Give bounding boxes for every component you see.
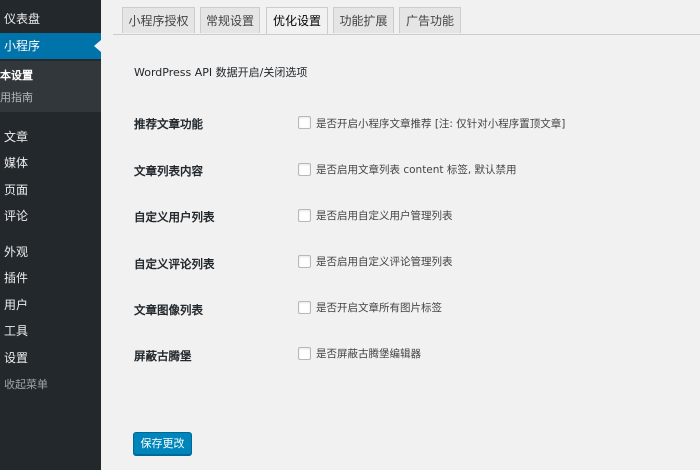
option-label-disable-gutenberg: 屏蔽古腾堡 bbox=[134, 349, 192, 363]
option-desc-disable-gutenberg: 是否屏蔽古腾堡编辑器 bbox=[316, 348, 421, 360]
tab-general-settings[interactable]: 常规设置 bbox=[200, 7, 260, 33]
menu-label: 小程序 bbox=[4, 39, 41, 53]
menu-label: 设置 bbox=[4, 351, 29, 365]
menu-item-dashboard[interactable]: 仪表盘 bbox=[0, 8, 101, 30]
tab-label: 优化设置 bbox=[272, 14, 321, 28]
menu-label: 收起菜单 bbox=[4, 378, 48, 391]
menu-item-miniprogram[interactable]: 小程序 bbox=[0, 33, 101, 59]
submenu-item-settings[interactable]: 本设置 bbox=[0, 65, 101, 87]
option-label-custom-users: 自定义用户列表 bbox=[134, 210, 215, 224]
menu-label: 文章 bbox=[4, 130, 29, 144]
admin-sidebar: 仪表盘 小程序 本设置 用指南 文章 媒体 页面 评论 外观 插件 用户 工具 … bbox=[0, 0, 101, 470]
menu-item-plugins[interactable]: 插件 bbox=[0, 267, 101, 289]
menu-label: 用户 bbox=[4, 298, 29, 312]
checkbox-post-content[interactable] bbox=[298, 163, 311, 176]
menu-item-settings[interactable]: 设置 bbox=[0, 347, 101, 369]
menu-label: 工具 bbox=[4, 324, 29, 338]
tab-label: 广告功能 bbox=[405, 14, 454, 28]
tab-ad-features[interactable]: 广告功能 bbox=[399, 7, 461, 33]
option-label-recommend: 推荐文章功能 bbox=[134, 117, 203, 131]
menu-label: 评论 bbox=[4, 209, 29, 223]
option-desc-recommend: 是否开启小程序文章推荐 [注: 仅针对小程序置顶文章] bbox=[316, 118, 566, 130]
submenu-label: 本设置 bbox=[0, 69, 33, 82]
menu-label: 插件 bbox=[4, 271, 29, 285]
option-label-post-images: 文章图像列表 bbox=[134, 303, 203, 317]
menu-label: 媒体 bbox=[4, 156, 29, 170]
collapse-menu-button[interactable]: 收起菜单 bbox=[0, 374, 101, 396]
menu-item-media[interactable]: 媒体 bbox=[0, 152, 101, 174]
save-button[interactable]: 保存更改 bbox=[133, 432, 192, 455]
submenu-item-guide[interactable]: 用指南 bbox=[0, 87, 101, 109]
section-title: WordPress API 数据开启/关闭选项 bbox=[134, 66, 308, 79]
menu-item-posts[interactable]: 文章 bbox=[0, 126, 101, 148]
submenu-label: 用指南 bbox=[0, 91, 33, 104]
menu-item-comments[interactable]: 评论 bbox=[0, 205, 101, 227]
tab-optimization-settings[interactable]: 优化设置 bbox=[266, 7, 328, 35]
option-desc-custom-users: 是否启用自定义用户管理列表 bbox=[316, 210, 453, 222]
menu-label: 外观 bbox=[4, 245, 29, 259]
menu-item-pages[interactable]: 页面 bbox=[0, 179, 101, 201]
tab-miniprogram-auth[interactable]: 小程序授权 bbox=[122, 7, 195, 33]
checkbox-custom-comments[interactable] bbox=[298, 255, 311, 268]
option-desc-custom-comments: 是否启用自定义评论管理列表 bbox=[316, 256, 453, 268]
option-label-custom-comments: 自定义评论列表 bbox=[134, 257, 215, 271]
option-desc-post-content: 是否启用文章列表 content 标签, 默认禁用 bbox=[316, 164, 517, 176]
option-desc-post-images: 是否开启文章所有图片标签 bbox=[316, 302, 442, 314]
tab-label: 小程序授权 bbox=[128, 14, 189, 28]
checkbox-disable-gutenberg[interactable] bbox=[298, 347, 311, 360]
menu-item-appearance[interactable]: 外观 bbox=[0, 241, 101, 263]
tab-label: 功能扩展 bbox=[339, 14, 388, 28]
checkbox-recommend[interactable] bbox=[298, 116, 311, 129]
checkbox-custom-users[interactable] bbox=[298, 209, 311, 222]
tab-feature-extensions[interactable]: 功能扩展 bbox=[333, 7, 394, 33]
menu-item-tools[interactable]: 工具 bbox=[0, 320, 101, 342]
menu-label: 仪表盘 bbox=[4, 12, 41, 26]
menu-label: 页面 bbox=[4, 183, 29, 197]
tabs-divider bbox=[113, 34, 700, 35]
option-label-post-content: 文章列表内容 bbox=[134, 164, 203, 178]
active-arrow-icon bbox=[94, 40, 101, 52]
tab-label: 常规设置 bbox=[205, 14, 254, 28]
checkbox-post-images[interactable] bbox=[298, 301, 311, 314]
menu-item-users[interactable]: 用户 bbox=[0, 294, 101, 316]
